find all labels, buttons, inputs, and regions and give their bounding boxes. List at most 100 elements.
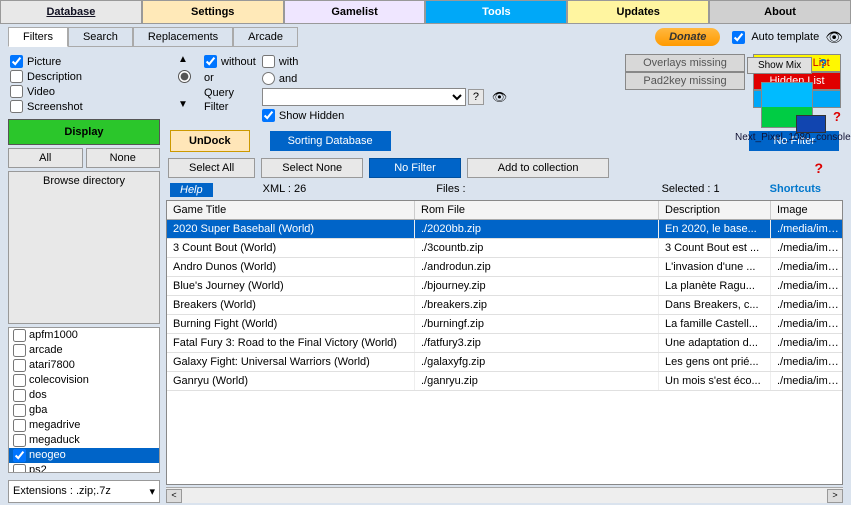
col-desc[interactable]: Description [659, 201, 771, 219]
show-mix-button[interactable]: Show Mix [747, 57, 812, 74]
auto-template-checkbox[interactable]: Auto template [728, 28, 819, 47]
subtab-filters[interactable]: Filters [8, 27, 68, 47]
selected-count: Selected : 1 [662, 183, 720, 197]
tab-settings[interactable]: Settings [142, 0, 284, 23]
system-chk-gba[interactable] [13, 404, 26, 417]
extensions-row: Extensions : .zip;.7z ▾ [8, 480, 160, 503]
system-item-dos[interactable]: dos [9, 388, 159, 403]
chk-with[interactable] [262, 55, 275, 68]
eye-small-icon[interactable]: 👁 [492, 90, 507, 104]
system-label: arcade [29, 344, 63, 356]
system-item-megaduck[interactable]: megaduck [9, 433, 159, 448]
tab-tools[interactable]: Tools [425, 0, 567, 23]
system-chk-neogeo[interactable] [13, 449, 26, 462]
scroll-left-icon[interactable]: < [166, 489, 182, 503]
system-item-arcade[interactable]: arcade [9, 343, 159, 358]
system-chk-colecovision[interactable] [13, 374, 26, 387]
system-chk-ps2[interactable] [13, 464, 26, 474]
horizontal-scrollbar[interactable]: < > [166, 487, 843, 503]
browse-directory-button[interactable]: Browse directory [8, 171, 160, 324]
chk-without[interactable] [204, 55, 217, 68]
radio-or-top[interactable] [178, 70, 191, 83]
system-item-neogeo[interactable]: neogeo [9, 448, 159, 463]
system-chk-apfm1000[interactable] [13, 329, 26, 342]
cell-desc: Un mois s'est éco... [659, 372, 771, 390]
system-item-colecovision[interactable]: colecovision [9, 373, 159, 388]
table-row[interactable]: 3 Count Bout (World)./3countb.zip3 Count… [167, 239, 842, 258]
help-link[interactable]: Help [170, 183, 213, 197]
table-row[interactable]: Fatal Fury 3: Road to the Final Victory … [167, 334, 842, 353]
table-row[interactable]: Burning Fight (World)./burningf.zipLa fa… [167, 315, 842, 334]
help-blue-icon[interactable]: ? [819, 56, 827, 71]
display-button[interactable]: Display [8, 119, 160, 145]
cell-image: ./media/images. [771, 258, 843, 276]
chk-description[interactable] [10, 70, 23, 83]
system-item-megadrive[interactable]: megadrive [9, 418, 159, 433]
radio-and[interactable] [262, 72, 275, 85]
add-to-collection-button[interactable]: Add to collection [467, 158, 610, 178]
donate-button[interactable]: Donate [655, 28, 720, 46]
chk-screenshot[interactable] [10, 100, 23, 113]
subtab-search[interactable]: Search [68, 27, 133, 47]
lbl-filter: Filter [204, 101, 228, 113]
col-image[interactable]: Image [771, 201, 843, 219]
arrow-down-icon[interactable]: ▼ [178, 99, 188, 110]
cell-title: Andro Dunos (World) [167, 258, 415, 276]
chk-show-hidden[interactable] [262, 109, 275, 122]
none-button[interactable]: None [86, 148, 161, 168]
query-select[interactable] [262, 88, 466, 106]
shortcuts-link[interactable]: Shortcuts [770, 183, 821, 197]
sorting-database-button[interactable]: Sorting Database [270, 131, 391, 151]
system-item-ps2[interactable]: ps2 [9, 463, 159, 474]
col-rom[interactable]: Rom File [415, 201, 659, 219]
tab-database[interactable]: Database [0, 0, 142, 23]
table-row[interactable]: Ganryu (World)./ganryu.zipUn mois s'est … [167, 372, 842, 391]
system-list[interactable]: apfm1000 arcade atari7800colecovision dosgb… [8, 327, 160, 474]
game-grid[interactable]: Game Title Rom File Description Image 20… [166, 200, 843, 485]
system-chk-megaduck[interactable] [13, 434, 26, 447]
select-all-button[interactable]: Select All [168, 158, 255, 178]
table-row[interactable]: 2020 Super Baseball (World)./2020bb.zipE… [167, 220, 842, 239]
pad2key-missing-button[interactable]: Pad2key missing [625, 72, 745, 90]
system-chk-dos[interactable] [13, 389, 26, 402]
subtab-replacements[interactable]: Replacements [133, 27, 233, 47]
select-none-button[interactable]: Select None [261, 158, 363, 178]
table-row[interactable]: Breakers (World)./breakers.zipDans Break… [167, 296, 842, 315]
no-filter-button[interactable]: No Filter [369, 158, 461, 178]
help-red2-icon[interactable]: ? [814, 160, 841, 176]
overlays-missing-button[interactable]: Overlays missing [625, 54, 745, 72]
subtab-arcade[interactable]: Arcade [233, 27, 298, 47]
chevron-down-icon[interactable]: ▾ [149, 485, 155, 498]
table-row[interactable]: Blue's Journey (World)./bjourney.zipLa p… [167, 277, 842, 296]
scroll-right-icon[interactable]: > [827, 489, 843, 503]
system-item-gba[interactable]: gba [9, 403, 159, 418]
arrow-up-icon[interactable]: ▲ [178, 54, 188, 65]
chk-video[interactable] [10, 85, 23, 98]
spacer [181, 85, 184, 97]
cell-desc: La famille Castell... [659, 315, 771, 333]
tab-gamelist[interactable]: Gamelist [284, 0, 426, 23]
tab-about[interactable]: About [709, 0, 851, 23]
table-row[interactable]: Andro Dunos (World)./androdun.zipL'invas… [167, 258, 842, 277]
system-chk-megadrive[interactable] [13, 419, 26, 432]
table-row[interactable]: Galaxy Fight: Universal Warriors (World)… [167, 353, 842, 372]
system-label: ps2 [29, 464, 47, 473]
help-small-button[interactable]: ? [468, 89, 484, 105]
system-chk-arcade[interactable] [13, 344, 26, 357]
tab-updates[interactable]: Updates [567, 0, 709, 23]
auto-template-input[interactable] [732, 31, 745, 44]
system-item-atari7800[interactable]: atari7800 [9, 358, 159, 373]
system-item-apfm1000[interactable]: apfm1000 [9, 328, 159, 343]
cell-title: Fatal Fury 3: Road to the Final Victory … [167, 334, 415, 352]
cell-image: ./media/images. [771, 277, 843, 295]
all-button[interactable]: All [8, 148, 83, 168]
system-chk-atari7800[interactable] [13, 359, 26, 372]
undock-button[interactable]: UnDock [170, 130, 250, 152]
cell-image: ./media/images. [771, 296, 843, 314]
cell-rom: ./bjourney.zip [415, 277, 659, 295]
system-label: colecovision [29, 374, 89, 386]
chk-picture[interactable] [10, 55, 23, 68]
col-title[interactable]: Game Title [167, 201, 415, 219]
visibility-icon[interactable]: 👁 [825, 29, 843, 46]
system-label: apfm1000 [29, 329, 78, 341]
